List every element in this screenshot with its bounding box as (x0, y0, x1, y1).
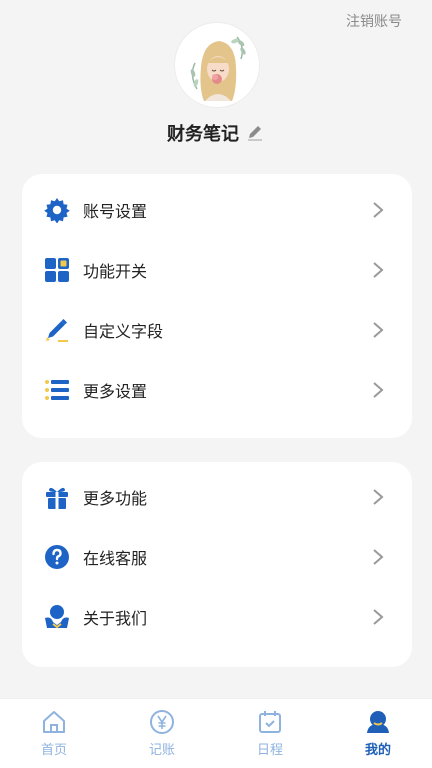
tab-schedule[interactable]: 日程 (216, 699, 324, 768)
chevron-right-icon (373, 549, 384, 565)
menu-item-label: 功能开关 (83, 262, 148, 281)
menu-item-more-settings[interactable]: 更多设置 (22, 360, 412, 420)
tab-label: 我的 (364, 743, 391, 758)
menu-item-account-settings[interactable]: 账号设置 (22, 180, 412, 240)
grid-icon (44, 257, 70, 283)
menu-item-label: 在线客服 (83, 549, 148, 568)
tab-mine[interactable]: 我的 (324, 699, 432, 768)
tab-bookkeeping[interactable]: 记账 (108, 699, 216, 768)
tab-label: 首页 (40, 743, 67, 758)
tab-home[interactable]: 首页 (0, 699, 108, 768)
chevron-right-icon (373, 262, 384, 278)
menu-item-custom-fields[interactable]: 自定义字段 (22, 300, 412, 360)
tab-label: 记账 (148, 743, 175, 758)
profile-name-row[interactable]: 财务笔记 (0, 120, 432, 146)
bottom-tab-bar: 首页 记账 日程 我的 (0, 698, 432, 768)
logout-link[interactable]: 注销账号 (346, 11, 402, 31)
menu-item-online-support[interactable]: 在线客服 (22, 527, 412, 587)
people-icon (44, 604, 70, 630)
gift-icon (44, 484, 70, 510)
home-icon (43, 711, 65, 733)
question-icon (44, 544, 70, 570)
chevron-right-icon (373, 489, 384, 505)
chevron-right-icon (373, 382, 384, 398)
calendar-icon (259, 711, 281, 733)
menu-item-label: 更多功能 (83, 489, 148, 508)
profile-name: 财务笔记 (167, 124, 239, 145)
chevron-right-icon (373, 322, 384, 338)
settings-card: 账号设置 功能开关 自定义字段 更多设置 (22, 174, 412, 438)
pencil-icon[interactable] (245, 123, 265, 143)
avatar-illustration-icon (175, 23, 259, 107)
menu-item-label: 账号设置 (83, 202, 148, 221)
list-icon (44, 377, 70, 403)
chevron-right-icon (373, 609, 384, 625)
menu-item-label: 更多设置 (83, 382, 148, 401)
user-icon (367, 711, 389, 733)
menu-item-about-us[interactable]: 关于我们 (22, 587, 412, 647)
chevron-right-icon (373, 202, 384, 218)
menu-item-label: 自定义字段 (83, 322, 164, 341)
menu-item-feature-toggles[interactable]: 功能开关 (22, 240, 412, 300)
avatar[interactable] (174, 22, 260, 108)
menu-item-more-features[interactable]: 更多功能 (22, 467, 412, 527)
gear-icon (44, 197, 70, 223)
tab-label: 日程 (256, 743, 283, 758)
yen-icon (150, 710, 174, 734)
menu-item-label: 关于我们 (83, 609, 148, 628)
pencil-edit-icon (44, 317, 70, 343)
more-card: 更多功能 在线客服 关于我们 (22, 462, 412, 667)
